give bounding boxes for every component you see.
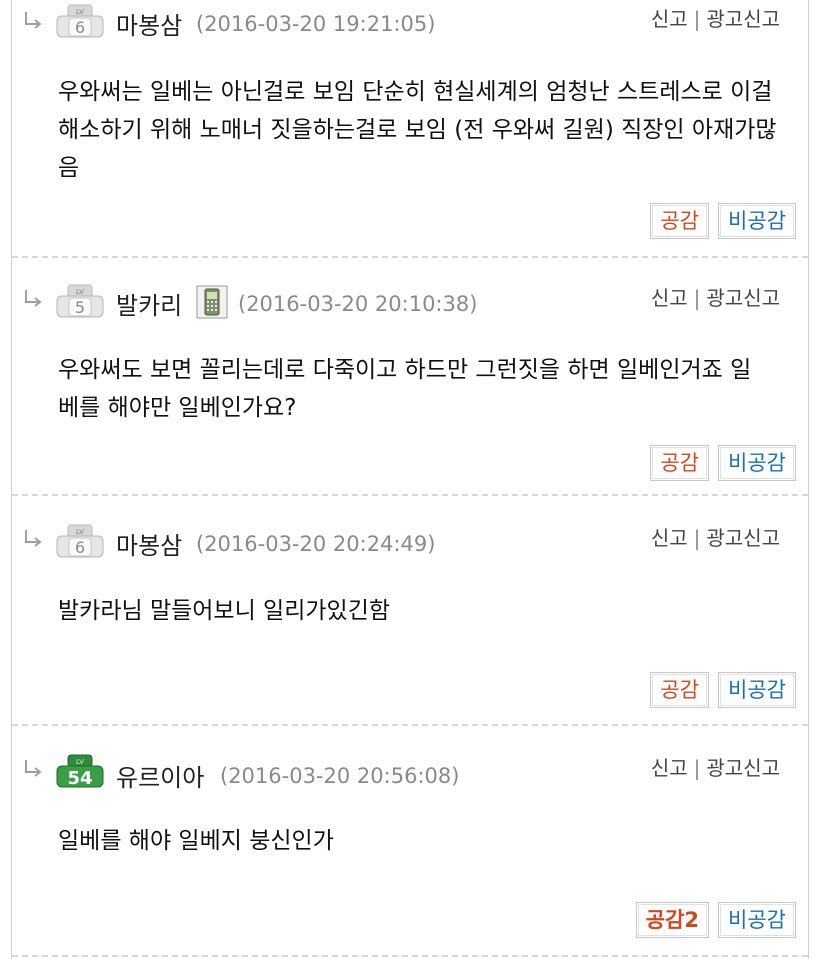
author-nickname[interactable]: 마봉삼 (116, 526, 182, 561)
ad-report-link[interactable]: 광고신고 (706, 7, 780, 31)
report-links: 신고 | 광고신고 (651, 282, 780, 311)
reply-arrow-icon (25, 12, 42, 29)
comment-text: 우와써도 보면 꼴리는데로 다죽이고 하드만 그런짓을 하면 일베인거죠 일베를… (58, 357, 752, 421)
divider: | (693, 7, 701, 31)
comment-date: (2016-03-20 20:10:38) (238, 292, 478, 316)
report-links: 신고 | 광고신고 (651, 3, 780, 32)
comment-text: 우와써는 일베는 아닌걸로 보임 단순히 현실세계의 엄청난 스트레스로 이걸 … (58, 79, 777, 181)
comment-text: 발카라님 말들어보니 일리가있긴함 (58, 598, 391, 624)
like-button[interactable]: 공감 (650, 672, 710, 708)
level-badge-icon: LV 54 (56, 754, 104, 788)
vote-buttons: 공감 비공감 (650, 203, 796, 239)
mobile-phone-icon (196, 285, 228, 319)
like-button[interactable]: 공감 (650, 445, 710, 481)
level-number: 6 (75, 18, 85, 37)
level-number: 54 (67, 768, 92, 788)
divider: | (693, 286, 701, 310)
report-link[interactable]: 신고 (651, 756, 688, 780)
dislike-button[interactable]: 비공감 (718, 203, 796, 239)
reply-arrow-icon (25, 530, 42, 547)
like-button[interactable]: 공감 (650, 203, 710, 239)
comment-text: 일베를 해야 일베지 붕신인가 (58, 828, 334, 854)
level-badge-icon: LV 6 (56, 524, 104, 558)
comment-item: LV 5 발카리 (2016-03-20 20:10:38) 신고 | 광고신고 우… (12, 258, 808, 496)
level-number: 5 (75, 298, 85, 317)
level-badge-icon: LV 5 (56, 284, 104, 318)
comment-item: LV 6 마봉삼 (2016-03-20 19:21:05) 신고 | 광고신고 우… (12, 0, 808, 258)
reply-arrow-icon (25, 760, 42, 777)
divider: | (693, 756, 701, 780)
svg-text:LV: LV (76, 288, 84, 296)
svg-text:LV: LV (76, 528, 84, 536)
ad-report-link[interactable]: 광고신고 (706, 286, 780, 310)
report-link[interactable]: 신고 (651, 526, 688, 550)
bottom-divider (12, 955, 808, 957)
svg-text:LV: LV (76, 8, 84, 16)
comment-date: (2016-03-20 20:56:08) (220, 764, 460, 788)
comment-date: (2016-03-20 20:24:49) (196, 532, 436, 556)
vote-buttons: 공감2 비공감 (635, 902, 796, 938)
level-badge-icon: LV 6 (56, 4, 104, 38)
report-links: 신고 | 광고신고 (651, 752, 780, 781)
ad-report-link[interactable]: 광고신고 (706, 526, 780, 550)
author-nickname[interactable]: 마봉삼 (116, 6, 182, 41)
author-nickname[interactable]: 유르이아 (116, 758, 204, 793)
vote-buttons: 공감 비공감 (650, 672, 796, 708)
report-links: 신고 | 광고신고 (651, 522, 780, 551)
comment-item: LV 6 마봉삼 (2016-03-20 20:24:49) 신고 | 광고신고 발… (12, 496, 808, 726)
comment-item: LV 54 유르이아 (2016-03-20 20:56:08) 신고 | 광고신고… (12, 726, 808, 959)
comment-date: (2016-03-20 19:21:05) (196, 12, 436, 36)
like-button[interactable]: 공감2 (635, 902, 710, 938)
report-link[interactable]: 신고 (651, 7, 688, 31)
dislike-button[interactable]: 비공감 (718, 902, 796, 938)
dislike-button[interactable]: 비공감 (718, 672, 796, 708)
reply-arrow-icon (25, 290, 42, 307)
dislike-button[interactable]: 비공감 (718, 445, 796, 481)
report-link[interactable]: 신고 (651, 286, 688, 310)
author-nickname[interactable]: 발카리 (116, 286, 182, 321)
divider: | (693, 526, 701, 550)
svg-text:LV: LV (76, 758, 84, 766)
level-number: 6 (75, 538, 85, 557)
ad-report-link[interactable]: 광고신고 (706, 756, 780, 780)
vote-buttons: 공감 비공감 (650, 445, 796, 481)
